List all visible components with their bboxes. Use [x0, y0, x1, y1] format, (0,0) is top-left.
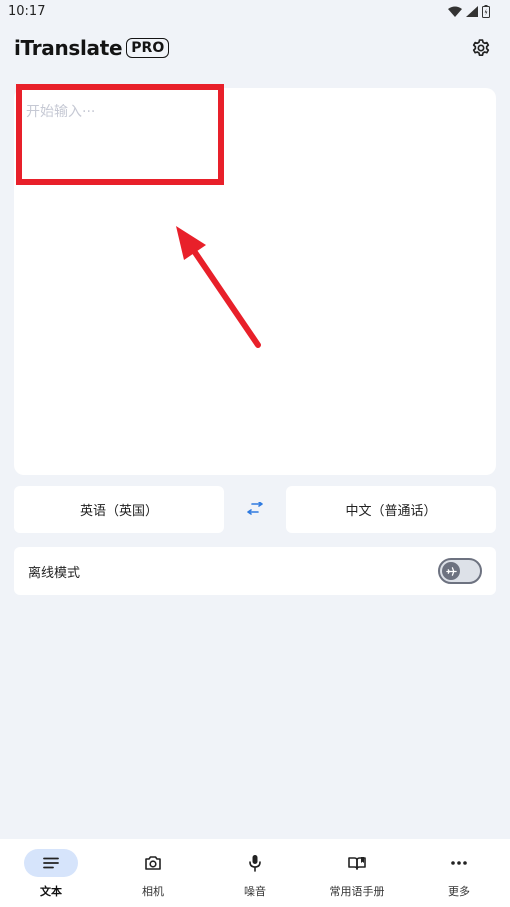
nav-label-phrasebook: 常用语手册 — [329, 885, 385, 898]
swap-arrows-icon — [247, 502, 263, 515]
source-language-button[interactable]: 英语（英国） — [14, 486, 224, 533]
offline-mode-toggle[interactable] — [438, 558, 482, 584]
offline-mode-label: 离线模式 — [28, 565, 81, 581]
gear-icon — [472, 39, 490, 57]
status-time: 10:17 — [8, 3, 46, 19]
toggle-knob — [442, 562, 460, 580]
nav-label-more: 更多 — [448, 885, 470, 898]
battery-icon — [482, 4, 490, 18]
nav-item-camera[interactable]: 相机 — [102, 839, 204, 907]
nav-item-text[interactable]: 文本 — [0, 839, 102, 907]
status-bar: 10:17 — [0, 0, 510, 22]
text-input-card[interactable] — [14, 88, 496, 475]
nav-item-noise[interactable]: 噪音 — [204, 839, 306, 907]
app-header: iTranslate PRO — [0, 28, 510, 68]
nav-item-phrasebook[interactable]: 常用语手册 — [306, 839, 408, 907]
nav-label-camera: 相机 — [142, 885, 164, 898]
app-brand: iTranslate PRO — [14, 36, 170, 60]
wifi-icon — [448, 6, 462, 17]
signal-icon — [466, 5, 478, 17]
swap-languages-button[interactable] — [244, 498, 266, 520]
target-language-label: 中文（普通话） — [345, 504, 437, 519]
settings-button[interactable] — [468, 35, 494, 61]
offline-mode-row: 离线模式 — [14, 547, 496, 595]
target-language-button[interactable]: 中文（普通话） — [286, 486, 496, 533]
phrasebook-icon — [348, 857, 366, 870]
airplane-icon — [445, 566, 457, 576]
camera-icon — [145, 856, 161, 870]
more-dots-icon — [451, 861, 467, 865]
app-title: iTranslate — [14, 36, 123, 60]
text-lines-icon — [43, 857, 59, 869]
microphone-icon — [249, 855, 261, 872]
bottom-navigation: 文本 相机 噪音 常用语手册 更多 — [0, 839, 510, 907]
text-input[interactable] — [26, 104, 476, 120]
pro-badge: PRO — [126, 38, 170, 58]
source-language-label: 英语（英国） — [79, 504, 158, 519]
nav-item-more[interactable]: 更多 — [408, 839, 510, 907]
nav-label-text: 文本 — [40, 885, 62, 898]
nav-label-noise: 噪音 — [244, 885, 266, 898]
